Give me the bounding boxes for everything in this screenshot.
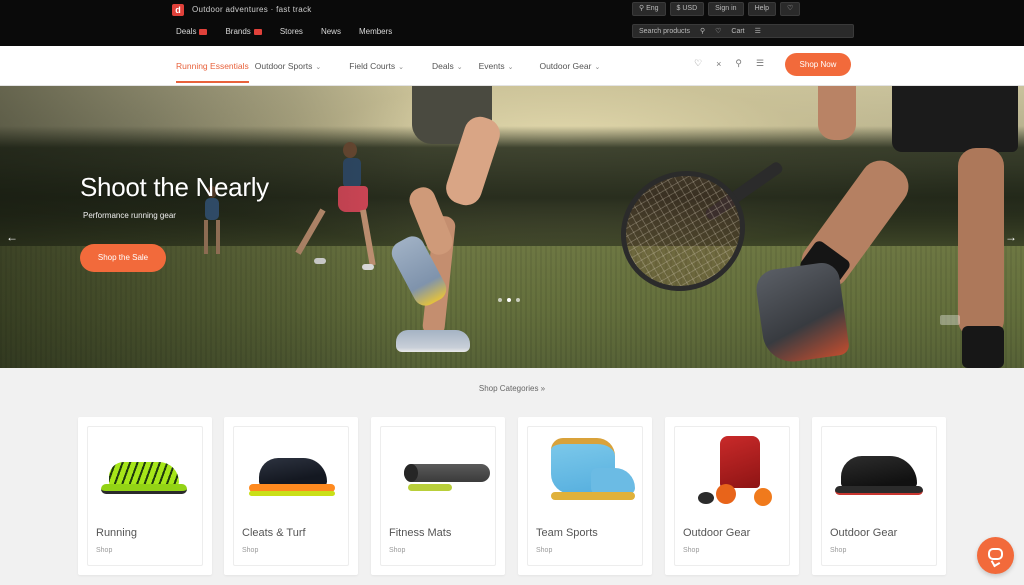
nav-item-outdoor-gear[interactable]: Outdoor Gear ⌄ bbox=[539, 61, 600, 71]
category-card-fitness-mats[interactable]: Fitness Mats Shop bbox=[371, 417, 505, 575]
heart-icon[interactable]: ♡ bbox=[694, 58, 702, 69]
chevron-down-icon: ⌄ bbox=[456, 64, 463, 71]
wishlist-icon[interactable]: ♡ bbox=[779, 2, 801, 16]
nav-icons: ♡ × ⚲ ☰ bbox=[694, 58, 764, 69]
category-name: Running bbox=[96, 527, 137, 539]
nav-item-label: Field Courts bbox=[349, 61, 396, 71]
top-links: Deals Brands Stores News Members bbox=[176, 27, 392, 36]
category-meta: Shop bbox=[830, 547, 847, 554]
category-card-team-sports[interactable]: Team Sports Shop bbox=[518, 417, 652, 575]
top-link-deals[interactable]: Deals bbox=[176, 27, 208, 36]
utility-row-search: Search products ⚲ ♡ Cart ☰ bbox=[632, 24, 854, 38]
top-bar: d Outdoor adventures · fast track Deals … bbox=[0, 0, 1024, 46]
nav-item-field-courts[interactable]: Field Courts ⌄ bbox=[349, 61, 404, 71]
category-card-outdoor-gear[interactable]: Outdoor Gear Shop bbox=[665, 417, 799, 575]
category-card-cleats[interactable]: Cleats & Turf Shop bbox=[224, 417, 358, 575]
chevron-down-icon: ⌄ bbox=[398, 64, 404, 71]
language-selector[interactable]: ⚲ Eng bbox=[632, 2, 666, 16]
hero-banner: Shoot the Nearly Performance running gea… bbox=[0, 86, 1024, 368]
carousel-dot[interactable] bbox=[516, 298, 520, 302]
utility-row-primary: ⚲ Eng $ USD Sign in Help ♡ bbox=[632, 2, 854, 16]
hero-headline: Shoot the Nearly bbox=[80, 172, 269, 202]
badge-dot bbox=[253, 28, 262, 35]
chat-button[interactable] bbox=[977, 537, 1014, 574]
nav-item-label: Events bbox=[478, 61, 505, 71]
nav-item-label: Deals bbox=[431, 61, 454, 71]
product-image bbox=[87, 426, 203, 514]
nav-item-outdoor-sports[interactable]: Outdoor Sports ⌄ bbox=[255, 61, 322, 71]
currency-selector[interactable]: $ USD bbox=[669, 2, 705, 16]
carousel-dot-active[interactable] bbox=[507, 298, 511, 302]
cart-link[interactable]: Cart bbox=[731, 28, 744, 35]
hero-subheadline: Performance running gear bbox=[83, 211, 176, 220]
brand-tagline: Outdoor adventures · fast track bbox=[192, 5, 312, 14]
favorites-icon[interactable]: ♡ bbox=[715, 27, 721, 35]
chevron-down-icon: ⌄ bbox=[507, 64, 514, 71]
category-meta: Shop bbox=[683, 547, 700, 554]
product-image bbox=[821, 426, 937, 514]
carousel-next-arrow-icon[interactable]: → bbox=[1005, 231, 1017, 243]
top-link-label: Deals bbox=[176, 27, 197, 36]
category-meta: Shop bbox=[242, 547, 259, 554]
top-link-brands[interactable]: Brands bbox=[225, 27, 262, 36]
category-name: Outdoor Gear bbox=[683, 527, 751, 539]
chat-bubble-icon bbox=[988, 548, 1003, 560]
carousel-pause-control[interactable] bbox=[940, 315, 960, 325]
search-icon[interactable]: ⚲ bbox=[700, 27, 705, 35]
product-image bbox=[674, 426, 790, 514]
top-link-news[interactable]: News bbox=[321, 27, 341, 36]
category-name: Outdoor Gear bbox=[830, 527, 898, 539]
badge-dot bbox=[199, 28, 208, 35]
nav-item-events[interactable]: Events ⌄ bbox=[479, 61, 514, 71]
search-input[interactable]: Search products bbox=[639, 28, 690, 35]
nav-item-label: Outdoor Sports bbox=[254, 61, 313, 71]
top-link-label: Brands bbox=[225, 27, 251, 36]
category-meta: Shop bbox=[389, 547, 406, 554]
category-name: Team Sports bbox=[536, 527, 598, 539]
shop-now-button[interactable]: Shop Now bbox=[785, 53, 851, 76]
top-link-stores[interactable]: Stores bbox=[280, 27, 303, 36]
product-image bbox=[527, 426, 643, 514]
nav-links: Running Essentials Outdoor Sports ⌄ Field… bbox=[176, 46, 600, 86]
top-link-members[interactable]: Members bbox=[359, 27, 392, 36]
category-meta: Shop bbox=[536, 547, 553, 554]
chevron-down-icon: ⌄ bbox=[594, 64, 601, 71]
nav-item-running-essentials[interactable]: Running Essentials bbox=[176, 61, 249, 83]
category-card-outdoor-gear-2[interactable]: Outdoor Gear Shop bbox=[812, 417, 946, 575]
category-name: Fitness Mats bbox=[389, 527, 452, 539]
carousel-dot[interactable] bbox=[498, 298, 502, 302]
hero-overlay bbox=[0, 86, 420, 368]
main-nav: Running Essentials Outdoor Sports ⌄ Field… bbox=[0, 46, 1024, 86]
help-link[interactable]: Help bbox=[747, 2, 776, 16]
sign-in-link[interactable]: Sign in bbox=[708, 2, 744, 16]
category-card-running[interactable]: Running Shop bbox=[78, 417, 212, 575]
carousel-indicators bbox=[498, 298, 520, 302]
product-image bbox=[380, 426, 496, 514]
category-cards: Running Shop Cleats & Turf Shop Fitness … bbox=[78, 417, 948, 575]
nav-item-label: Outdoor Gear bbox=[539, 61, 592, 71]
category-name: Cleats & Turf bbox=[242, 527, 306, 539]
chevron-down-icon: ⌄ bbox=[315, 64, 322, 71]
brand-logo[interactable]: d bbox=[172, 4, 184, 16]
product-image bbox=[233, 426, 349, 514]
carousel-prev-arrow-icon[interactable]: ← bbox=[6, 231, 18, 243]
hero-cta-button[interactable]: Shop the Sale bbox=[80, 244, 166, 272]
category-meta: Shop bbox=[96, 547, 113, 554]
section-title[interactable]: Shop Categories » bbox=[0, 384, 1024, 393]
close-icon[interactable]: × bbox=[716, 59, 721, 69]
menu-icon[interactable]: ☰ bbox=[755, 27, 761, 35]
nav-item-deals[interactable]: Deals ⌄ bbox=[432, 61, 463, 71]
menu-icon[interactable]: ☰ bbox=[756, 58, 764, 69]
search-icon[interactable]: ⚲ bbox=[735, 58, 742, 69]
